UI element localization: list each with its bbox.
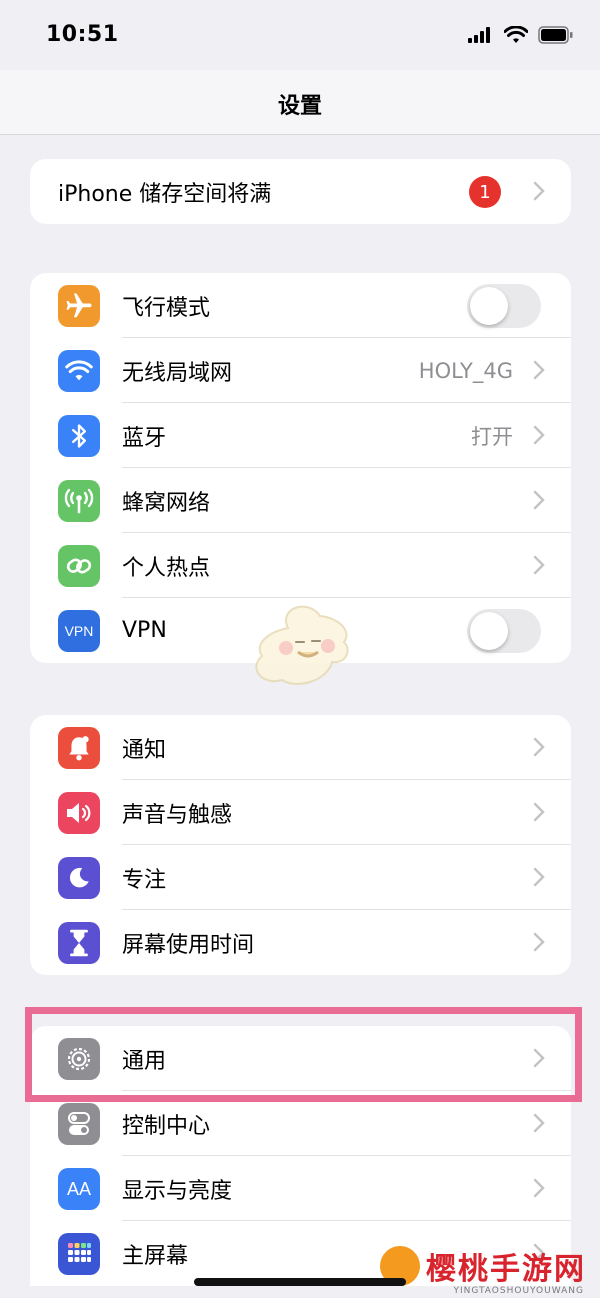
settings-row-label: 主屏幕 [122,1243,189,1269]
toggle-knob [470,612,508,650]
gear-icon [58,1038,100,1080]
cellular-signal-icon [468,27,490,43]
settings-row-general[interactable]: 通用 [30,1026,571,1091]
settings-row-focus[interactable]: 专注 [30,845,571,910]
settings-row-screen-time[interactable]: 屏幕使用时间 [30,910,571,975]
mascot-watermark-image [255,605,349,685]
hourglass-icon [58,922,100,964]
settings-row-notifications[interactable]: 通知 [30,715,571,780]
settings-row-personal-hotspot[interactable]: 个人热点 [30,533,571,598]
chevron-right-icon [533,181,545,201]
chevron-right-icon [533,1113,545,1133]
settings-row-sounds-haptics[interactable]: 声音与触感 [30,780,571,845]
settings-row-airplane-mode[interactable]: 飞行模式 [30,273,571,338]
settings-row-label: 蓝牙 [122,425,167,451]
toggles-icon [58,1103,100,1145]
settings-row-label: VPN [122,618,167,643]
chevron-right-icon [533,490,545,510]
settings-row-display-brightness[interactable]: AA 显示与亮度 [30,1156,571,1221]
watermark-subtext: YINGTAOSHOUYOUWANG [453,1286,584,1296]
settings-row-label: 蜂窝网络 [122,490,211,516]
bluetooth-status: 打开 [471,424,513,449]
settings-row-label: 控制中心 [122,1113,211,1139]
brand-watermark: 樱桃手游网 [380,1244,586,1288]
chevron-right-icon [533,555,545,575]
chevron-right-icon [533,932,545,952]
settings-row-label: 通用 [122,1048,167,1074]
storage-alert-badge: 1 [469,176,501,208]
bluetooth-icon [58,415,100,457]
vpn-toggle[interactable] [467,609,541,653]
chevron-right-icon [533,360,545,380]
toggle-knob [470,287,508,325]
wifi-network-name: HOLY_4G [418,358,513,383]
storage-alert-row[interactable]: iPhone 储存空间将满 1 [30,159,571,224]
hotspot-icon [58,545,100,587]
chevron-right-icon [533,737,545,757]
settings-row-control-center[interactable]: 控制中心 [30,1091,571,1156]
wifi-icon [58,350,100,392]
page-title: 设置 [277,94,322,119]
notifications-group: 通知 声音与触感 专注 屏幕使用时间 [30,715,571,975]
cellular-icon [58,480,100,522]
chevron-right-icon [533,1178,545,1198]
settings-row-label: 无线局域网 [122,360,233,386]
settings-row-cellular[interactable]: 蜂窝网络 [30,468,571,533]
settings-row-label: 声音与触感 [122,802,233,828]
settings-row-label: 通知 [122,737,167,763]
notification-bell-icon [58,727,100,769]
airplane-icon [58,285,100,327]
status-icons [468,26,574,44]
settings-row-label: 飞行模式 [122,295,211,321]
navigation-bar: 设置 [0,70,600,135]
settings-row-label: 个人热点 [122,555,211,581]
settings-row-label: 屏幕使用时间 [122,932,255,958]
storage-alert-label: iPhone 储存空间将满 [58,181,272,207]
status-time: 10:51 [46,22,119,47]
home-indicator[interactable] [194,1278,406,1286]
chevron-right-icon [533,1048,545,1068]
chevron-right-icon [533,425,545,445]
status-bar: 10:51 [0,0,600,70]
battery-icon [538,26,573,44]
airplane-mode-toggle[interactable] [467,284,541,328]
watermark-brand-text: 樱桃手游网 [426,1252,586,1287]
settings-row-label: 显示与亮度 [122,1178,233,1204]
vpn-icon: VPN [58,610,100,652]
moon-icon [58,857,100,899]
settings-row-bluetooth[interactable]: 蓝牙 打开 [30,403,571,468]
chevron-right-icon [533,867,545,887]
home-screen-grid-icon [58,1233,100,1275]
chevron-right-icon [533,802,545,822]
text-size-icon: AA [58,1168,100,1210]
wifi-status-icon [504,26,528,43]
settings-row-label: 专注 [122,867,167,893]
settings-row-wifi[interactable]: 无线局域网 HOLY_4G [30,338,571,403]
speaker-icon [58,792,100,834]
storage-alert-group: iPhone 储存空间将满 1 [30,159,571,224]
